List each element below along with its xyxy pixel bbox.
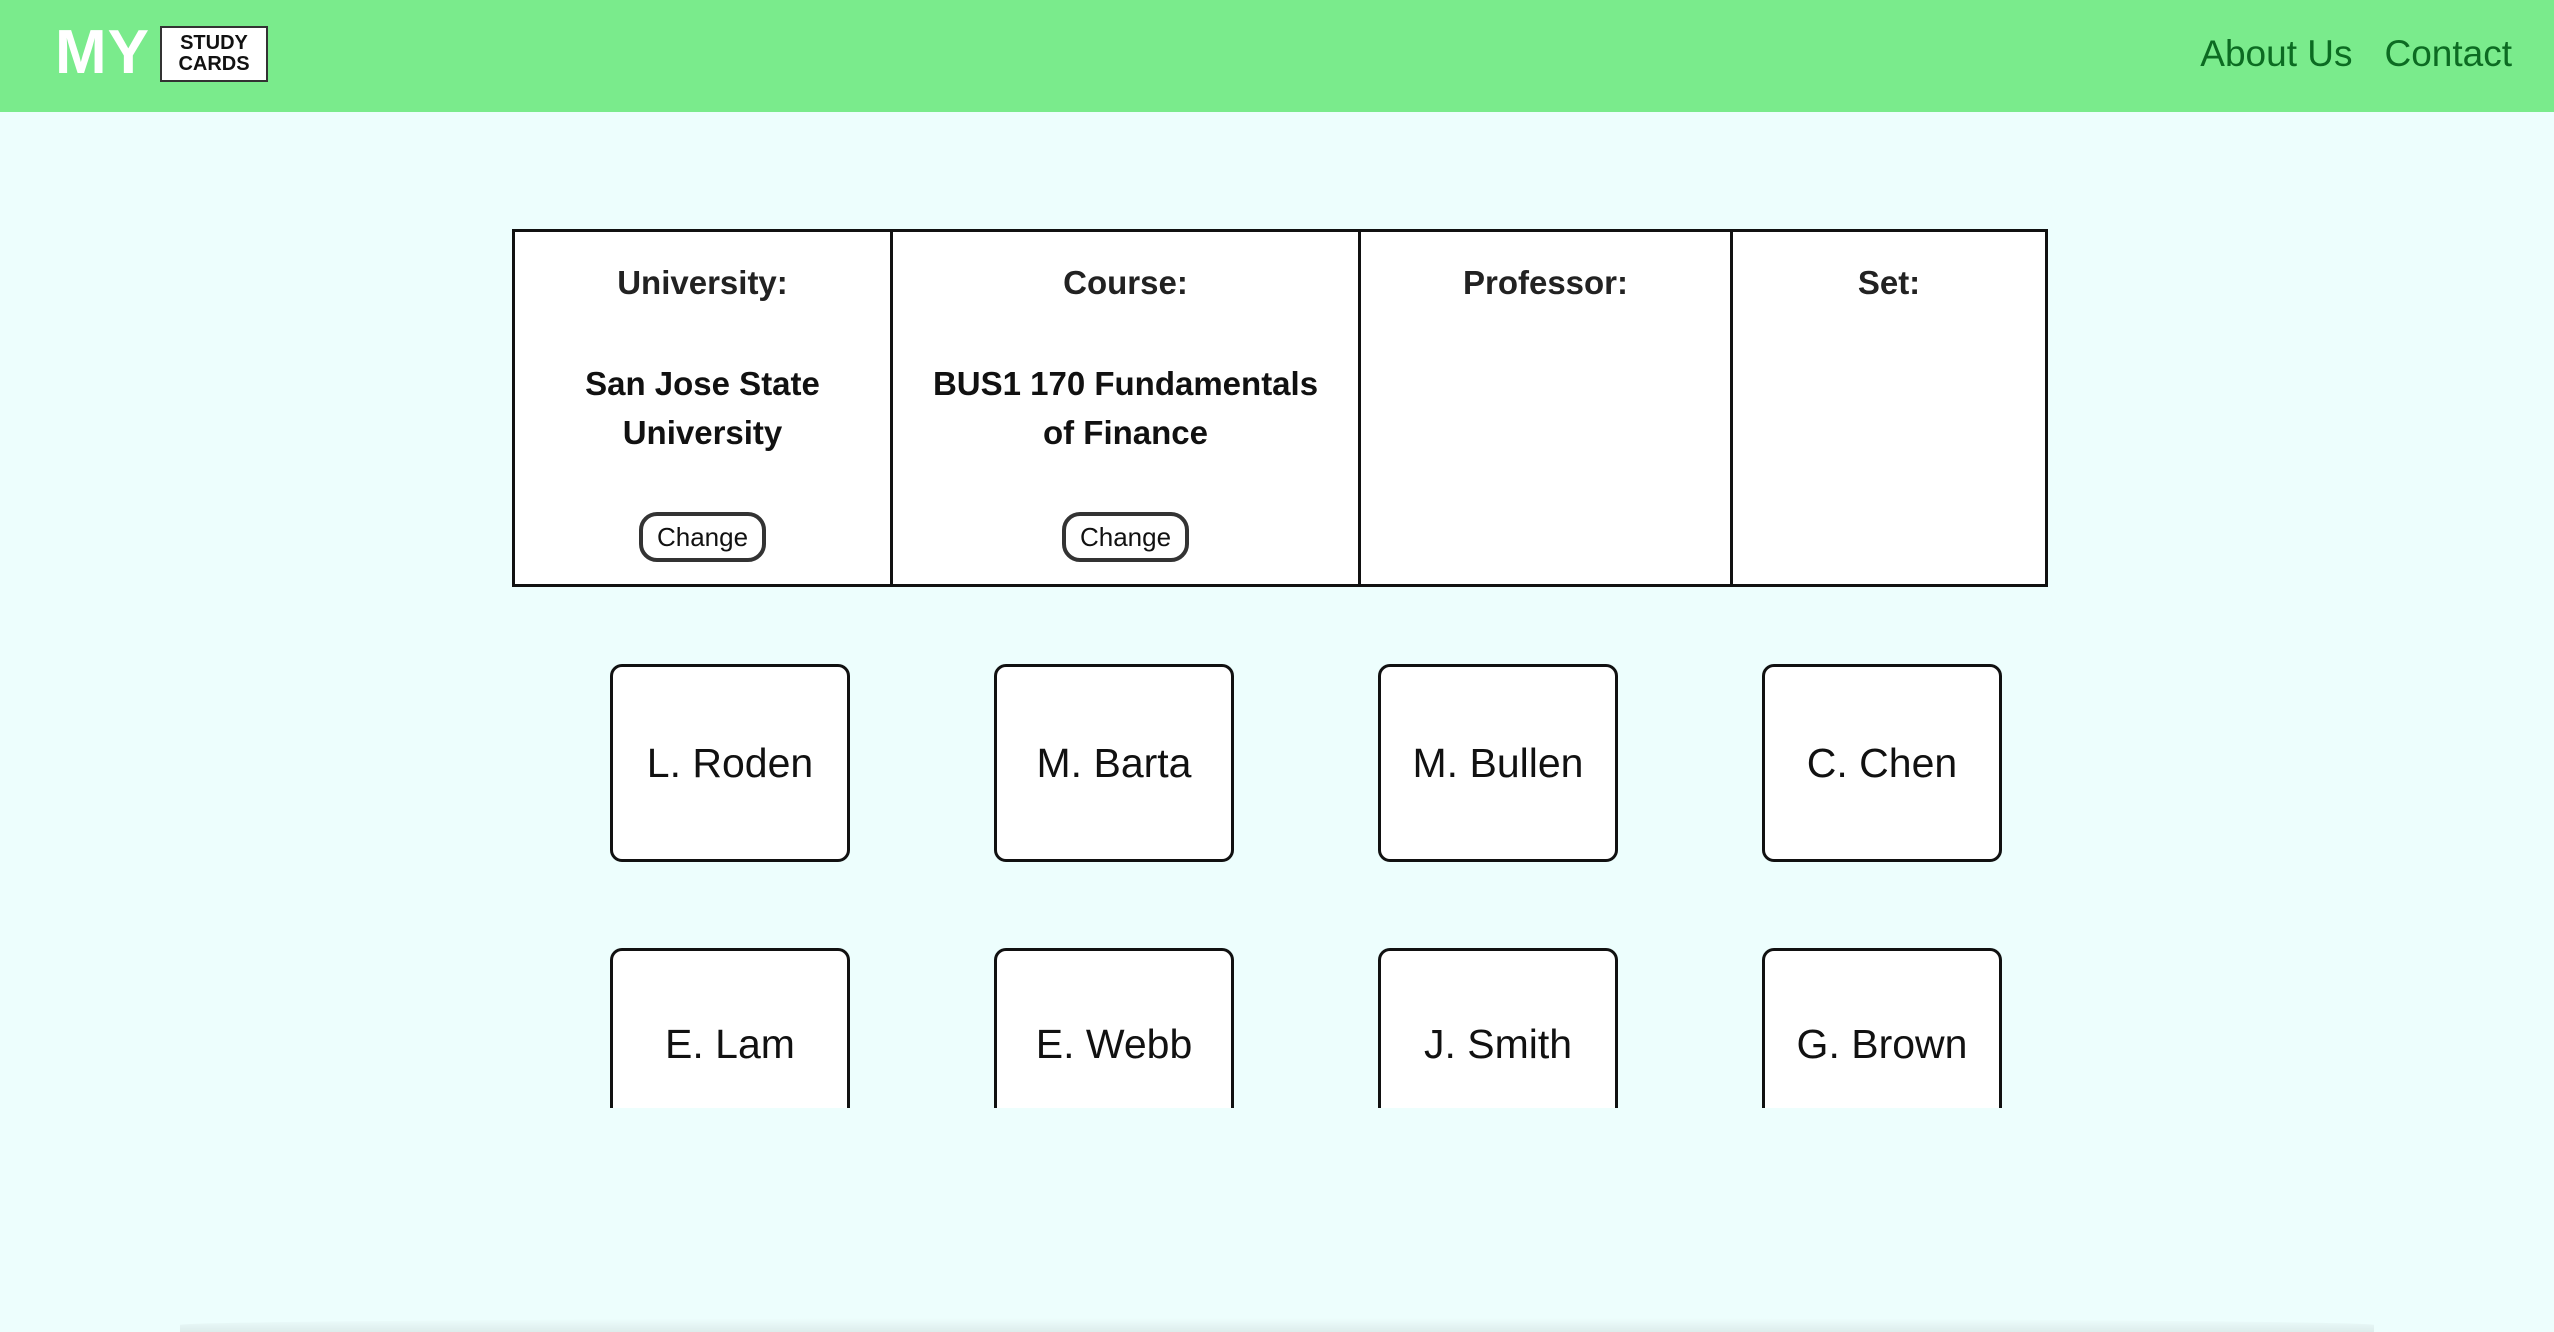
university-label: University: — [617, 264, 788, 301]
change-course-button[interactable]: Change — [1061, 512, 1190, 562]
course-column: Course: BUS1 170 Fundamentals of Finance… — [893, 232, 1361, 584]
university-column: University: San Jose State University Ch… — [515, 232, 893, 584]
bottom-shadow — [180, 1318, 2374, 1332]
logo-line-cards: CARDS — [178, 53, 250, 75]
professor-card-webb[interactable]: E. Webb — [994, 948, 1234, 1108]
professor-card-lam[interactable]: E. Lam — [610, 948, 850, 1108]
professor-card-barta[interactable]: M. Barta — [994, 664, 1234, 862]
logo-line-study: STUDY — [180, 32, 248, 54]
professor-card-chen[interactable]: C. Chen — [1762, 664, 2002, 862]
professor-card-roden[interactable]: L. Roden — [610, 664, 850, 862]
set-column: Set: — [1733, 232, 2045, 584]
professor-card-bullen[interactable]: M. Bullen — [1378, 664, 1618, 862]
course-label: Course: — [1063, 264, 1188, 301]
nav-contact-link[interactable]: Contact — [2384, 30, 2512, 78]
professor-card-brown[interactable]: G. Brown — [1762, 948, 2002, 1108]
university-value: San Jose State University — [585, 365, 820, 451]
nav-links: About Us Contact — [2200, 30, 2512, 78]
header-bar: MY STUDY CARDS About Us Contact — [0, 0, 2554, 112]
professor-card-smith[interactable]: J. Smith — [1378, 948, 1618, 1108]
set-label: Set: — [1857, 264, 1921, 301]
course-value: BUS1 170 Fundamentals of Finance — [932, 365, 1319, 451]
selection-summary-table: University: San Jose State University Ch… — [512, 229, 2048, 587]
logo-study-cards-box[interactable]: STUDY CARDS — [160, 26, 268, 82]
professor-column: Professor: — [1361, 232, 1733, 584]
logo-my-text[interactable]: MY — [55, 18, 150, 88]
professor-label: Professor: — [1462, 264, 1629, 301]
nav-about-us-link[interactable]: About Us — [2200, 30, 2352, 78]
change-university-button[interactable]: Change — [638, 512, 767, 562]
